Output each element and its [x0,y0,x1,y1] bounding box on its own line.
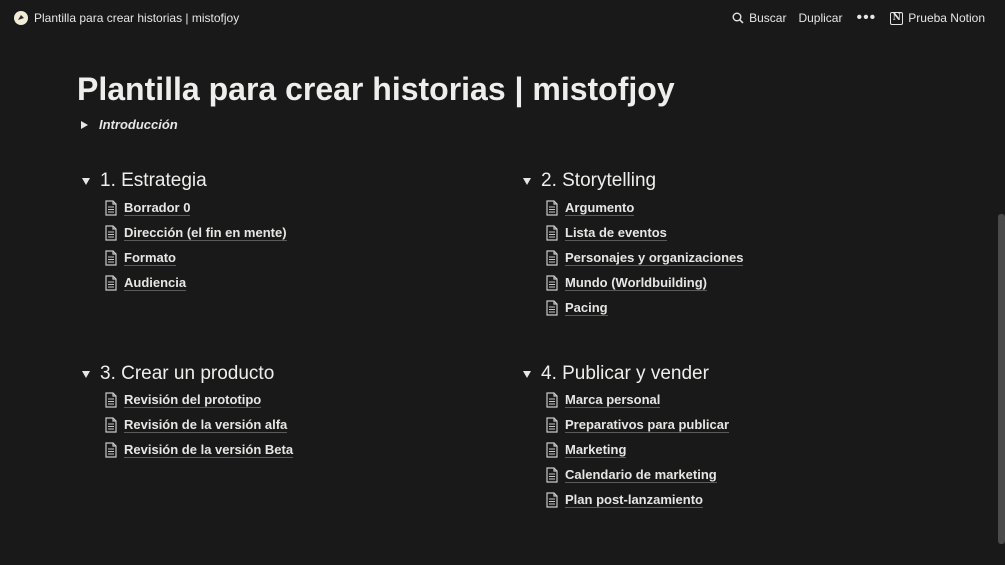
page-link-argumento[interactable]: Argumento [545,195,743,220]
page-icon [546,416,558,433]
page-link-preparativos[interactable]: Preparativos para publicar [545,412,730,437]
page-title: Plantilla para crear historias | mistofj… [77,71,675,107]
page-link-formato[interactable]: Formato [104,245,287,270]
page-icon [105,249,117,266]
page-link-label: Formato [124,249,176,266]
page-link-label: Revisión de la versión alfa [124,416,288,433]
page-favicon-icon [14,11,28,25]
duplicate-label: Duplicar [798,11,843,25]
page-link-label: Preparativos para publicar [565,416,730,433]
page-link-label: Calendario de marketing [565,466,717,483]
page-icon [105,441,117,458]
toggle-collapsed-icon[interactable] [81,120,88,129]
section-heading: 1. Estrategia [82,168,287,194]
page-link-label: Revisión del prototipo [124,391,262,408]
page-icon [546,199,558,216]
section-heading-label: 3. Crear un producto [100,363,275,384]
section-publicar-vender: 4. Publicar y vender Marca personal Prep… [523,361,730,512]
page-icon [105,391,117,408]
page-link-borrador-0[interactable]: Borrador 0 [104,195,287,220]
scrollbar[interactable] [998,214,1005,544]
search-label: Buscar [749,11,787,25]
page-icon [105,224,117,241]
section-storytelling: 2. Storytelling Argumento Lista de event… [523,168,744,320]
page-icon [105,274,117,291]
duplicate-button[interactable]: Duplicar [792,7,848,29]
page-icon [546,274,558,291]
page-link-label: Marca personal [565,391,661,408]
breadcrumb-page-title[interactable]: Plantilla para crear historias | mistofj… [34,11,239,25]
top-bar: Plantilla para crear historias | mistofj… [0,0,1005,36]
page-link-label: Dirección (el fin en mente) [124,224,287,241]
toggle-introduccion-label: Introducción [99,117,178,132]
toggle-expanded-icon[interactable] [82,177,90,185]
page-link-marca-personal[interactable]: Marca personal [545,387,729,412]
page-link-label: Mundo (Worldbuilding) [565,274,707,291]
page-icon [546,466,558,483]
more-options-icon[interactable]: ••• [848,10,884,26]
page-link-plan-post-lanzamiento[interactable]: Plan post-lanzamiento [545,487,729,512]
topbar-actions: Buscar Duplicar ••• N Prueba Notion [726,7,991,29]
toggle-expanded-icon[interactable] [82,370,90,378]
page-link-audiencia[interactable]: Audiencia [104,270,287,295]
page-icon [546,224,558,241]
page-icon [546,249,558,266]
page-link-revision-prototipo[interactable]: Revisión del prototipo [104,387,293,412]
page-link-revision-alfa[interactable]: Revisión de la versión alfa [104,412,293,437]
page-icon [546,441,558,458]
notion-logo-icon: N [890,11,904,25]
page-link-marketing[interactable]: Marketing [545,437,729,462]
section-crear-producto: 3. Crear un producto Revisión del protot… [82,361,294,462]
page-link-direccion[interactable]: Dirección (el fin en mente) [104,220,287,245]
page-link-revision-beta[interactable]: Revisión de la versión Beta [104,437,294,462]
section-heading: 3. Crear un producto [82,361,293,387]
page-link-label: Audiencia [124,274,187,291]
section-heading-label: 2. Storytelling [541,170,657,191]
try-notion-label: Prueba Notion [908,11,985,25]
page-link-label: Lista de eventos [565,224,667,241]
page-icon [105,416,117,433]
page-link-label: Marketing [565,441,627,458]
page-link-lista-de-eventos[interactable]: Lista de eventos [545,220,743,245]
section-heading-label: 1. Estrategia [100,170,207,191]
page-link-label: Pacing [565,299,608,316]
section-heading-label: 4. Publicar y vender [541,363,709,384]
search-button[interactable]: Buscar [726,7,792,29]
page-icon [105,199,117,216]
section-heading: 2. Storytelling [523,168,743,194]
page-icon [546,491,558,508]
toggle-introduccion[interactable]: Introducción [81,117,178,132]
section-heading: 4. Publicar y vender [523,361,729,387]
page-link-label: Borrador 0 [124,199,191,216]
toggle-expanded-icon[interactable] [523,370,531,378]
page-content: Plantilla para crear historias | mistofj… [77,68,957,508]
page-link-mundo[interactable]: Mundo (Worldbuilding) [545,270,743,295]
toggle-expanded-icon[interactable] [523,177,531,185]
page-icon [546,299,558,316]
page-link-calendario-marketing[interactable]: Calendario de marketing [545,462,729,487]
search-icon [732,12,744,24]
page-link-label: Revisión de la versión Beta [124,441,294,458]
try-notion-button[interactable]: N Prueba Notion [884,7,991,29]
page-icon [546,391,558,408]
page-link-label: Argumento [565,199,635,216]
page-link-label: Personajes y organizaciones [565,249,744,266]
page-link-pacing[interactable]: Pacing [545,295,743,320]
page-link-label: Plan post-lanzamiento [565,491,703,508]
page-link-personajes[interactable]: Personajes y organizaciones [545,245,744,270]
section-estrategia: 1. Estrategia Borrador 0 Dirección (el f… [82,168,287,295]
